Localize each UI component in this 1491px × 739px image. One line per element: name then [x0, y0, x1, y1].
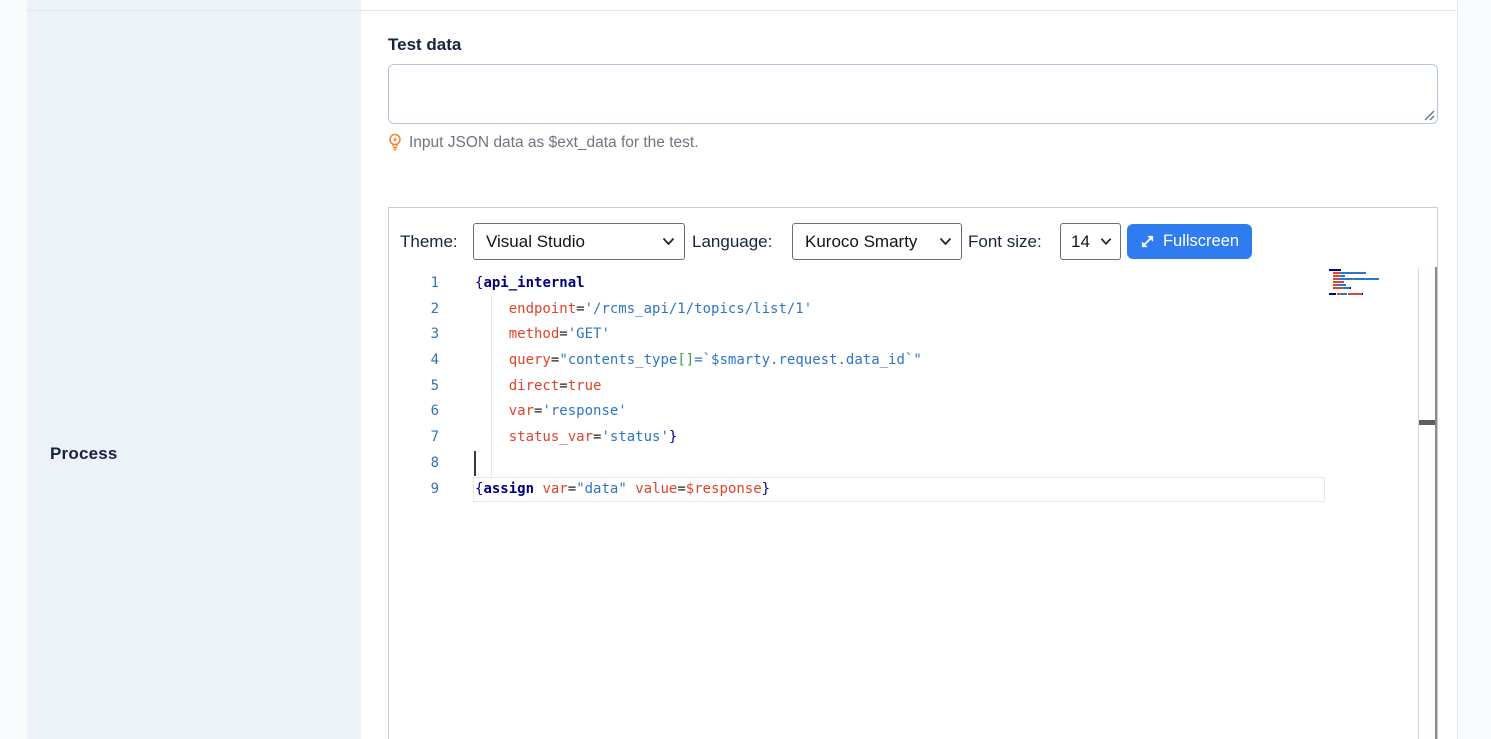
fullscreen-button[interactable]: Fullscreen — [1127, 224, 1252, 259]
font-size-select[interactable]: 14 — [1060, 223, 1121, 260]
form-label-column: Process — [27, 0, 361, 739]
lightbulb-icon — [388, 133, 402, 152]
fullscreen-expand-icon — [1140, 234, 1155, 249]
row-divider — [27, 10, 1458, 11]
font-size-label: Font size: — [968, 223, 1042, 260]
chevron-down-icon — [1100, 237, 1112, 246]
test-data-textarea[interactable] — [388, 64, 1438, 124]
text-cursor — [474, 451, 476, 476]
chevron-down-icon — [662, 237, 675, 246]
theme-label: Theme: — [400, 223, 458, 260]
fullscreen-button-label: Fullscreen — [1163, 232, 1239, 251]
editor-scrollbar[interactable] — [1418, 267, 1437, 739]
theme-select-value: Visual Studio — [486, 232, 585, 252]
language-label: Language: — [692, 223, 772, 260]
test-data-label: Test data — [388, 35, 461, 55]
language-select-value: Kuroco Smarty — [805, 232, 917, 252]
test-data-hint-row: Input JSON data as $ext_data for the tes… — [388, 133, 699, 152]
scrollbar-thumb[interactable] — [1419, 420, 1435, 425]
font-size-select-value: 14 — [1071, 232, 1090, 252]
theme-select[interactable]: Visual Studio — [473, 223, 685, 260]
gutter[interactable]: 123456789 — [389, 271, 439, 502]
resize-handle-icon[interactable] — [1424, 110, 1435, 121]
language-select[interactable]: Kuroco Smarty — [792, 223, 962, 260]
field-label-process: Process — [50, 444, 118, 464]
process-form-row: Process Test data Input JSON data as $ex… — [0, 0, 1491, 739]
minimap — [1329, 269, 1391, 296]
test-data-field-wrap — [388, 64, 1438, 124]
chevron-down-icon — [939, 237, 952, 246]
code-editor: Theme: Visual Studio Language: Kuroco Sm… — [388, 207, 1438, 739]
test-data-hint: Input JSON data as $ext_data for the tes… — [409, 134, 699, 152]
code-lines[interactable]: {api_internal endpoint='/rcms_api/1/topi… — [475, 271, 922, 502]
form-content-column: Test data Input JSON data as $ext_data f… — [361, 0, 1458, 739]
